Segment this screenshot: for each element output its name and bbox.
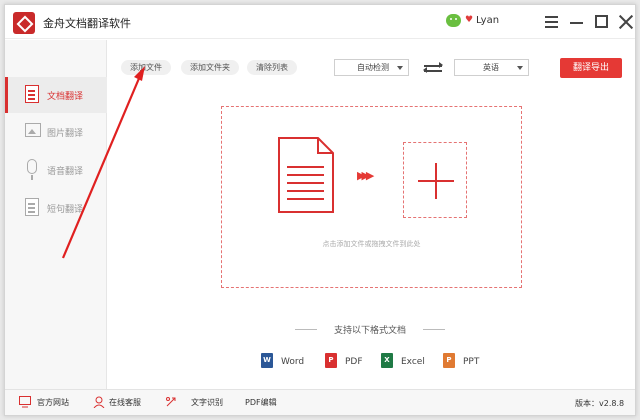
source-language-value: 自动检测: [357, 63, 389, 72]
format-label: PPT: [463, 357, 480, 367]
sidebar-item-image-translate[interactable]: 图片翻译: [5, 114, 107, 150]
sidebar-item-voice-translate[interactable]: 语音翻译: [5, 152, 107, 188]
add-file-button[interactable]: 添加文件: [121, 60, 171, 75]
source-language-select[interactable]: 自动检测: [334, 59, 409, 76]
drop-hint-text: 点击添加文件或拖拽文件到此处: [322, 240, 421, 248]
format-label: PDF: [345, 357, 363, 367]
target-language-value: 英语: [483, 63, 499, 72]
format-label: Word: [281, 357, 305, 367]
document-illustration-icon: [278, 137, 334, 213]
word-icon: W: [261, 353, 273, 368]
microphone-icon: [27, 159, 37, 180]
online-service-link[interactable]: 在线客服: [109, 397, 141, 408]
ppt-icon: P: [443, 353, 455, 368]
supported-formats-title: 支持以下格式文档: [295, 323, 445, 336]
menu-icon[interactable]: [543, 13, 561, 31]
swap-languages-icon[interactable]: [423, 62, 444, 74]
chevron-down-icon: [517, 66, 523, 70]
wechat-icon[interactable]: [446, 14, 461, 27]
app-logo-icon: [13, 12, 35, 34]
add-file-plus-button[interactable]: [403, 142, 467, 218]
chevron-down-icon: [397, 66, 403, 70]
version-label: 版本：v2.8.8: [575, 399, 625, 408]
ocr-link[interactable]: 文字识别: [191, 397, 223, 408]
close-icon[interactable]: [617, 13, 635, 31]
status-bar: 官方网站 在线客服 文字识别 PDF编辑 版本：v2.8.8: [5, 389, 635, 415]
username[interactable]: Lyan: [476, 15, 499, 26]
sidebar: 文档翻译 图片翻译 语音翻译 短句翻译: [5, 40, 107, 389]
monitor-icon: [19, 396, 31, 408]
app-title: 金舟文档翻译软件: [43, 17, 131, 30]
title-bar: 金舟文档翻译软件 ♥ Lyan: [5, 5, 635, 39]
ocr-icon: [166, 397, 176, 407]
pdf-edit-link[interactable]: PDF编辑: [245, 397, 277, 408]
target-language-select[interactable]: 英语: [454, 59, 529, 76]
excel-icon: X: [381, 353, 393, 368]
document-icon: [25, 85, 39, 103]
format-label: Excel: [401, 357, 425, 367]
clear-list-button[interactable]: 清除列表: [247, 60, 297, 75]
translate-export-button[interactable]: 翻译导出: [560, 58, 622, 78]
sidebar-item-label: 图片翻译: [47, 129, 84, 139]
sidebar-item-label: 短句翻译: [47, 205, 84, 215]
text-document-icon: [25, 198, 39, 216]
add-folder-button[interactable]: 添加文件夹: [181, 60, 239, 75]
sidebar-item-label: 语音翻译: [47, 167, 84, 177]
minimize-icon[interactable]: [568, 13, 586, 31]
official-site-link[interactable]: 官方网站: [37, 397, 69, 408]
sidebar-item-document-translate[interactable]: 文档翻译: [5, 77, 107, 113]
sidebar-item-label: 文档翻译: [47, 92, 84, 102]
triple-arrow-icon: ▶▶▶: [357, 169, 375, 182]
sidebar-item-sentence-translate[interactable]: 短句翻译: [5, 190, 107, 226]
maximize-icon[interactable]: [593, 13, 611, 31]
image-icon: [25, 123, 41, 137]
file-drop-zone[interactable]: ▶▶▶ 点击添加文件或拖拽文件到此处: [221, 106, 522, 288]
vip-heart-icon: ♥: [465, 15, 474, 25]
user-service-icon: [93, 396, 105, 408]
app-window: 金舟文档翻译软件 ♥ Lyan 文档翻译 图片翻译 语音翻译 短句翻译 添加文件…: [4, 4, 636, 416]
pdf-icon: P: [325, 353, 337, 368]
